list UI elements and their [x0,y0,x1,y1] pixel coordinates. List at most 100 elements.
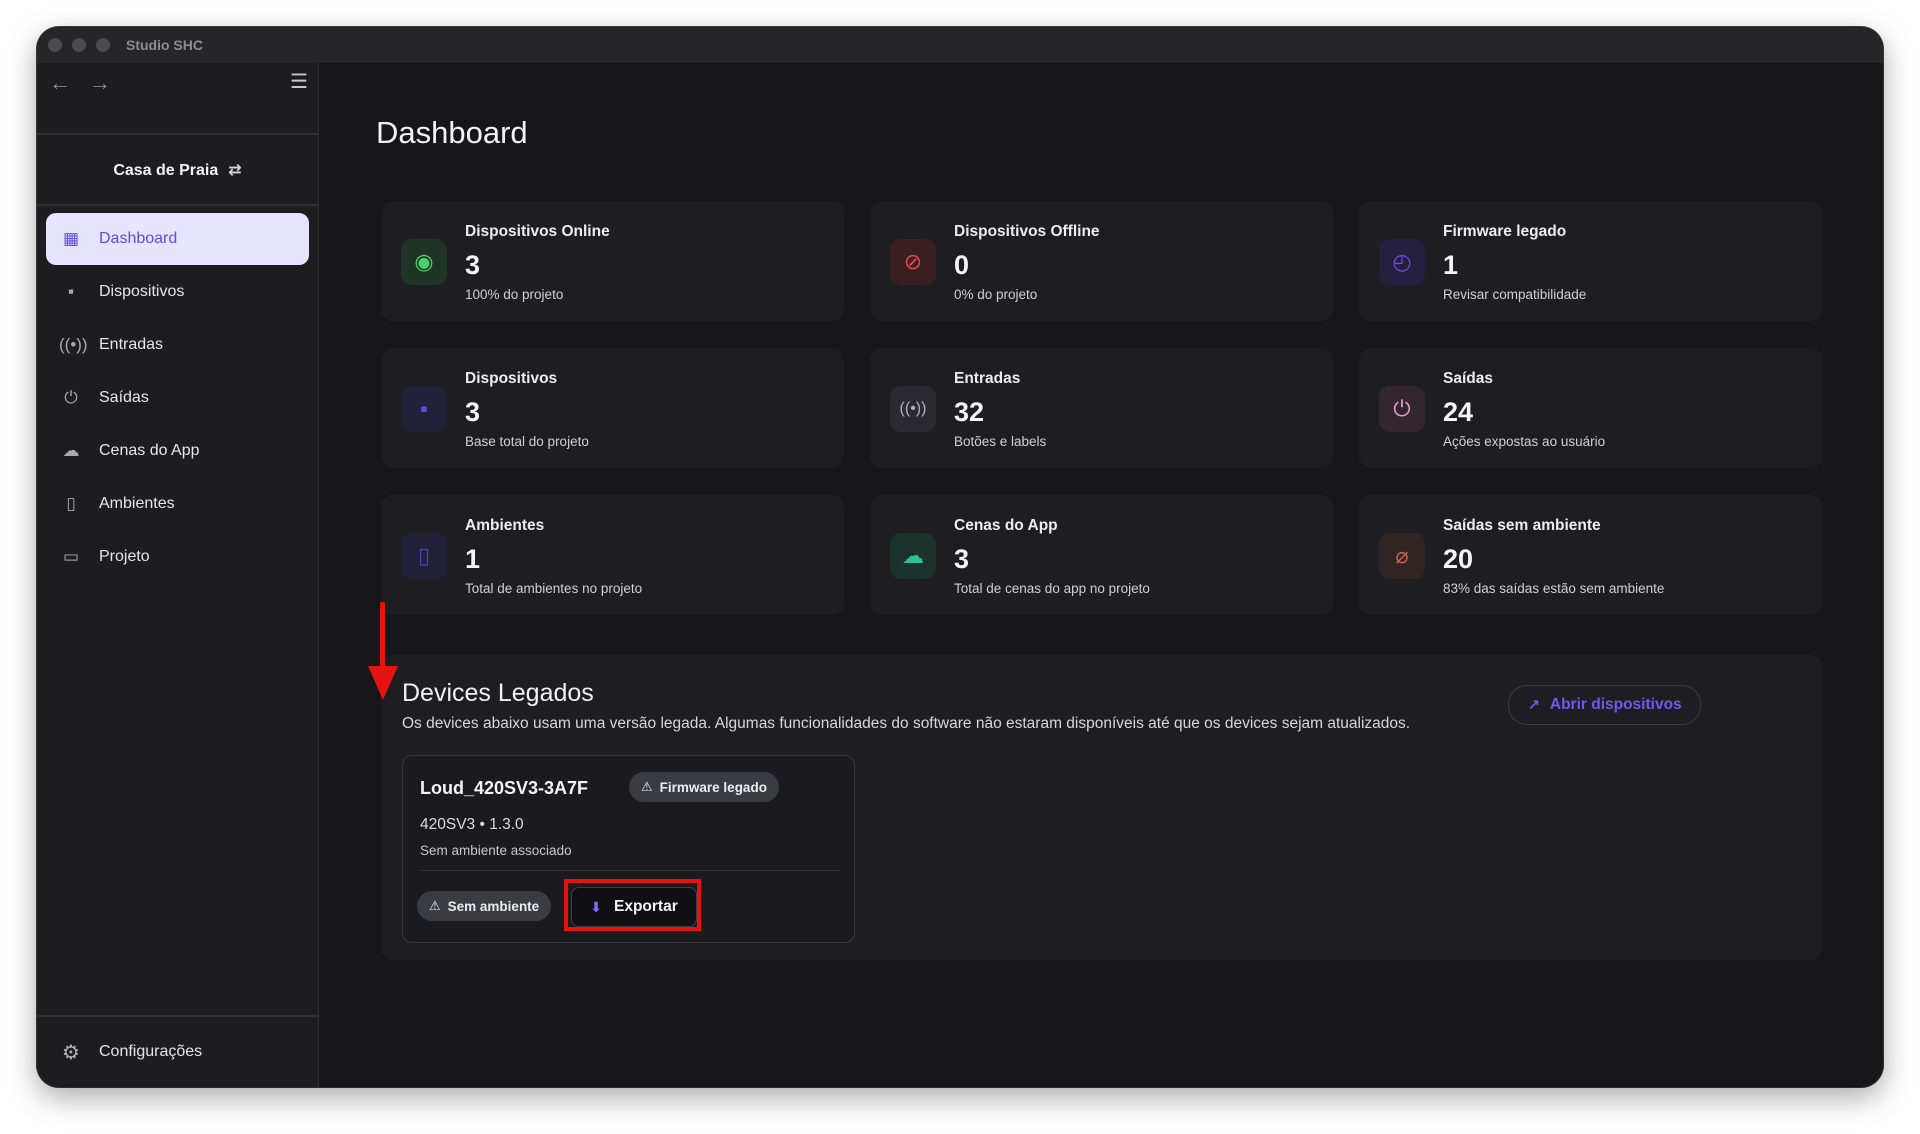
stat-card-dispositivos: ▪ Dispositivos 3 Base total do projeto [381,348,844,468]
project-name: Casa de Praia [113,162,219,179]
gear-icon: ⚙ [62,1041,80,1064]
legacy-devices-panel: Devices Legados Os devices abaixo usam u… [381,655,1822,960]
stat-value: 0 [954,250,970,280]
sidebar-collapse-icon[interactable]: ☰ [290,69,308,94]
cloud-icon: ☁ [62,441,80,460]
badge-label: Sem ambiente [447,898,540,914]
export-button[interactable]: ⬇ Exportar [571,887,697,927]
door-icon: ▯ [401,533,447,579]
divider [37,1015,318,1017]
minimize-window-button[interactable] [72,38,86,52]
broadcast-icon: ((•)) [890,386,936,432]
sidebar-item-label: Saídas [99,389,149,406]
stat-sub: Revisar compatibilidade [1443,287,1587,302]
dashboard-icon: ▦ [62,229,80,248]
stat-label: Cenas do App [954,517,1058,534]
sidebar-item-label: Projeto [99,548,150,565]
door-icon: ▯ [66,494,76,513]
sidebar-item-label: Ambientes [99,495,175,512]
stat-sub: Total de cenas do app no projeto [954,581,1150,596]
no-environment-badge: ⚠ Sem ambiente [417,891,552,921]
stat-label: Dispositivos Online [465,223,610,240]
stat-card-firmware-legado: ◴ Firmware legado 1 Revisar compatibilid… [1359,201,1822,321]
stat-value: 1 [1443,250,1459,280]
sidebar-item-entradas[interactable]: ((•)) Entradas [46,319,309,371]
sidebar-item-label: Dispositivos [99,283,185,300]
export-label: Exportar [613,898,678,915]
stat-sub: 83% das saídas estão sem ambiente [1443,581,1665,596]
sidebar-nav: ▦ Dashboard ▪ Dispositivos ((•)) Entrada… [46,213,309,584]
stat-label: Saídas sem ambiente [1443,517,1601,534]
stat-card-saidas: ⏻ Saídas 24 Ações expostas ao usuário [1359,348,1822,468]
title-bar: Studio SHC [37,27,1883,63]
sidebar: ← → ☰ Casa de Praia ⇄ ▦ Dashboard ▪ Dispo… [37,63,319,1087]
divider [37,204,318,206]
plug-icon: ⏻ [64,388,78,407]
grid-icon: ▪ [67,282,75,301]
sidebar-item-label: Configurações [99,1043,203,1060]
stat-label: Entradas [954,370,1021,387]
sidebar-item-ambientes[interactable]: ▯ Ambientes [46,478,309,530]
stat-value: 32 [954,397,985,427]
stat-sub: Total de ambientes no projeto [465,581,643,596]
divider [420,870,840,871]
stat-sub: Ações expostas ao usuário [1443,434,1606,449]
stat-label: Firmware legado [1443,223,1567,240]
window-title: Studio SHC [126,37,203,53]
open-devices-label: Abrir dispositivos [1549,696,1682,713]
stat-sub: 100% do projeto [465,287,564,302]
external-link-icon: ↗ [1527,697,1540,714]
sidebar-item-label: Cenas do App [99,442,200,459]
stat-card-entradas: ((•)) Entradas 32 Botões e labels [870,348,1333,468]
stat-value: 3 [465,397,481,427]
arrow-left-icon[interactable]: ← [49,71,71,95]
stat-card-dispositivos-online: ◉ Dispositivos Online 3 100% do projeto [381,201,844,321]
stat-sub: Botões e labels [954,434,1047,449]
stat-card-cenas-do-app: ☁ Cenas do App 3 Total de cenas do app n… [870,495,1333,615]
project-switcher[interactable]: Casa de Praia ⇄ [37,160,318,180]
download-icon: ⬇ [590,898,602,915]
sidebar-item-dispositivos[interactable]: ▪ Dispositivos [46,266,309,318]
page-title: Dashboard [376,115,528,150]
history-nav: ← → [49,71,111,95]
sidebar-item-label: Entradas [99,336,164,353]
plug-icon: ⏻ [1379,386,1425,432]
location-off-icon: ⌀ [1379,533,1425,579]
sidebar-item-saidas[interactable]: ⏻ Saídas [46,372,309,424]
legacy-device-card: Loud_420SV3-3A7F ⚠ Firmware legado 420SV… [402,755,855,943]
divider [37,133,318,135]
annotation-arrow [380,602,385,668]
warning-icon: ⚠ [641,779,653,794]
stat-card-dispositivos-offline: ⊘ Dispositivos Offline 0 0% do projeto [870,201,1333,321]
stat-value: 1 [465,544,481,574]
zoom-window-button[interactable] [96,38,110,52]
stat-label: Dispositivos [465,370,558,387]
stat-label: Dispositivos Offline [954,223,1100,240]
signal-off-icon: ⊘ [890,239,936,285]
sidebar-item-projeto[interactable]: ▭ Projeto [46,531,309,583]
stat-label: Ambientes [465,517,545,534]
grid-icon: ▪ [401,386,447,432]
sidebar-item-cenas-do-app[interactable]: ☁ Cenas do App [46,425,309,477]
device-environment: Sem ambiente associado [420,843,572,858]
arrow-right-icon[interactable]: → [89,71,111,95]
stat-value: 24 [1443,397,1474,427]
device-name: Loud_420SV3-3A7F [420,778,589,798]
app-window: Studio SHC ← → ☰ Casa de Praia ⇄ ▦ Dashbo… [37,27,1883,1087]
open-devices-button[interactable]: ↗ Abrir dispositivos [1508,685,1701,725]
stat-card-ambientes: ▯ Ambientes 1 Total de ambientes no proj… [381,495,844,615]
badge-label: Firmware legado [659,779,767,795]
firmware-legacy-badge: ⚠ Firmware legado [629,772,779,802]
close-window-button[interactable] [48,38,62,52]
stat-value: 3 [465,250,481,280]
annotation-arrow-head [368,666,398,700]
legacy-description: Os devices abaixo usam uma versão legada… [402,715,1411,732]
device-model: 420SV3 • 1.3.0 [420,816,524,833]
stat-sub: 0% do projeto [954,287,1038,302]
stat-value: 20 [1443,544,1474,574]
sidebar-item-dashboard[interactable]: ▦ Dashboard [46,213,309,265]
broadcast-icon: ((•)) [59,335,88,354]
sidebar-item-configuracoes[interactable]: ⚙ Configurações [46,1031,309,1073]
stat-sub: Base total do projeto [465,434,589,449]
signal-icon: ◉ [401,239,447,285]
